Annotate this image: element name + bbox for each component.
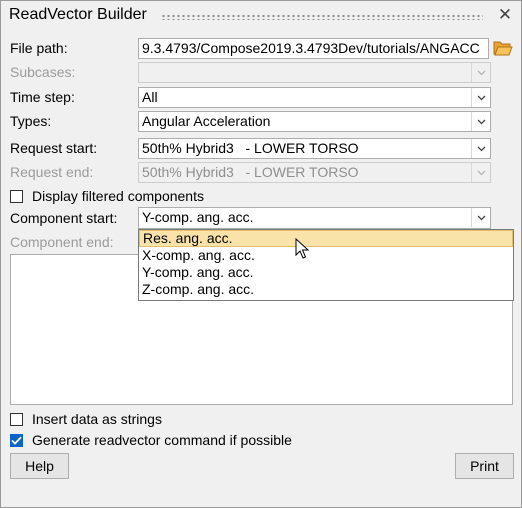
- subcases-label: Subcases:: [10, 64, 76, 80]
- file-path-label: File path:: [10, 40, 68, 56]
- request-start-select[interactable]: 50th% Hybrid3 - LOWER TORSO: [138, 138, 491, 159]
- chevron-down-icon: [471, 112, 490, 131]
- checkmark-icon: [11, 436, 22, 445]
- display-filtered-label: Display filtered components: [32, 188, 204, 204]
- insert-strings-label: Insert data as strings: [32, 411, 162, 427]
- component-start-label: Component start:: [10, 210, 118, 226]
- readvector-builder-dialog: ReadVector Builder ✕ File path: 9.3.4793…: [0, 0, 522, 508]
- chevron-down-icon: [471, 88, 490, 107]
- chevron-down-icon: [471, 139, 490, 158]
- close-icon[interactable]: ✕: [495, 5, 515, 25]
- subcases-select[interactable]: [138, 62, 491, 83]
- display-filtered-checkbox[interactable]: [10, 189, 23, 203]
- file-path-input[interactable]: 9.3.4793/Compose2019.3.4793Dev/tutorials…: [138, 38, 489, 59]
- window-title: ReadVector Builder: [9, 6, 147, 23]
- insert-strings-option[interactable]: Insert data as strings: [10, 410, 162, 428]
- request-start-value: 50th% Hybrid3 - LOWER TORSO: [142, 140, 359, 156]
- time-step-select[interactable]: All: [138, 87, 491, 108]
- dropdown-option[interactable]: Z-comp. ang. acc.: [139, 281, 513, 298]
- generate-cmd-checkbox[interactable]: [10, 433, 23, 447]
- chevron-down-icon: [471, 163, 490, 182]
- mouse-pointer-icon: [295, 238, 309, 259]
- time-step-value: All: [142, 89, 158, 105]
- folder-open-icon[interactable]: [493, 39, 513, 57]
- request-start-label: Request start:: [10, 140, 98, 156]
- types-label: Types:: [10, 113, 52, 129]
- display-filtered-option[interactable]: Display filtered components: [10, 187, 204, 205]
- print-button[interactable]: Print: [455, 453, 514, 479]
- generate-cmd-label: Generate readvector command if possible: [32, 432, 292, 448]
- component-start-value: Y-comp. ang. acc.: [142, 209, 254, 225]
- types-select[interactable]: Angular Acceleration: [138, 111, 491, 132]
- types-value: Angular Acceleration: [142, 113, 271, 129]
- dropdown-option[interactable]: X-comp. ang. acc.: [139, 247, 513, 264]
- time-step-label: Time step:: [10, 89, 75, 105]
- request-end-select[interactable]: 50th% Hybrid3 - LOWER TORSO: [138, 162, 491, 183]
- component-end-label: Component end:: [10, 234, 114, 250]
- drag-grip[interactable]: [161, 14, 483, 20]
- generate-cmd-option[interactable]: Generate readvector command if possible: [10, 431, 292, 449]
- insert-strings-checkbox[interactable]: [10, 412, 23, 426]
- request-end-label: Request end:: [10, 164, 94, 180]
- dropdown-option[interactable]: Res. ang. acc.: [139, 230, 513, 247]
- component-start-select[interactable]: Y-comp. ang. acc.: [138, 207, 491, 229]
- request-end-value: 50th% Hybrid3 - LOWER TORSO: [142, 164, 359, 180]
- chevron-down-icon: [471, 63, 490, 82]
- title-bar[interactable]: ReadVector Builder ✕: [1, 1, 521, 29]
- dropdown-option[interactable]: Y-comp. ang. acc.: [139, 264, 513, 281]
- help-button[interactable]: Help: [10, 453, 69, 479]
- component-start-dropdown-list[interactable]: Res. ang. acc. X-comp. ang. acc. Y-comp.…: [138, 229, 514, 301]
- chevron-down-icon: [471, 208, 490, 227]
